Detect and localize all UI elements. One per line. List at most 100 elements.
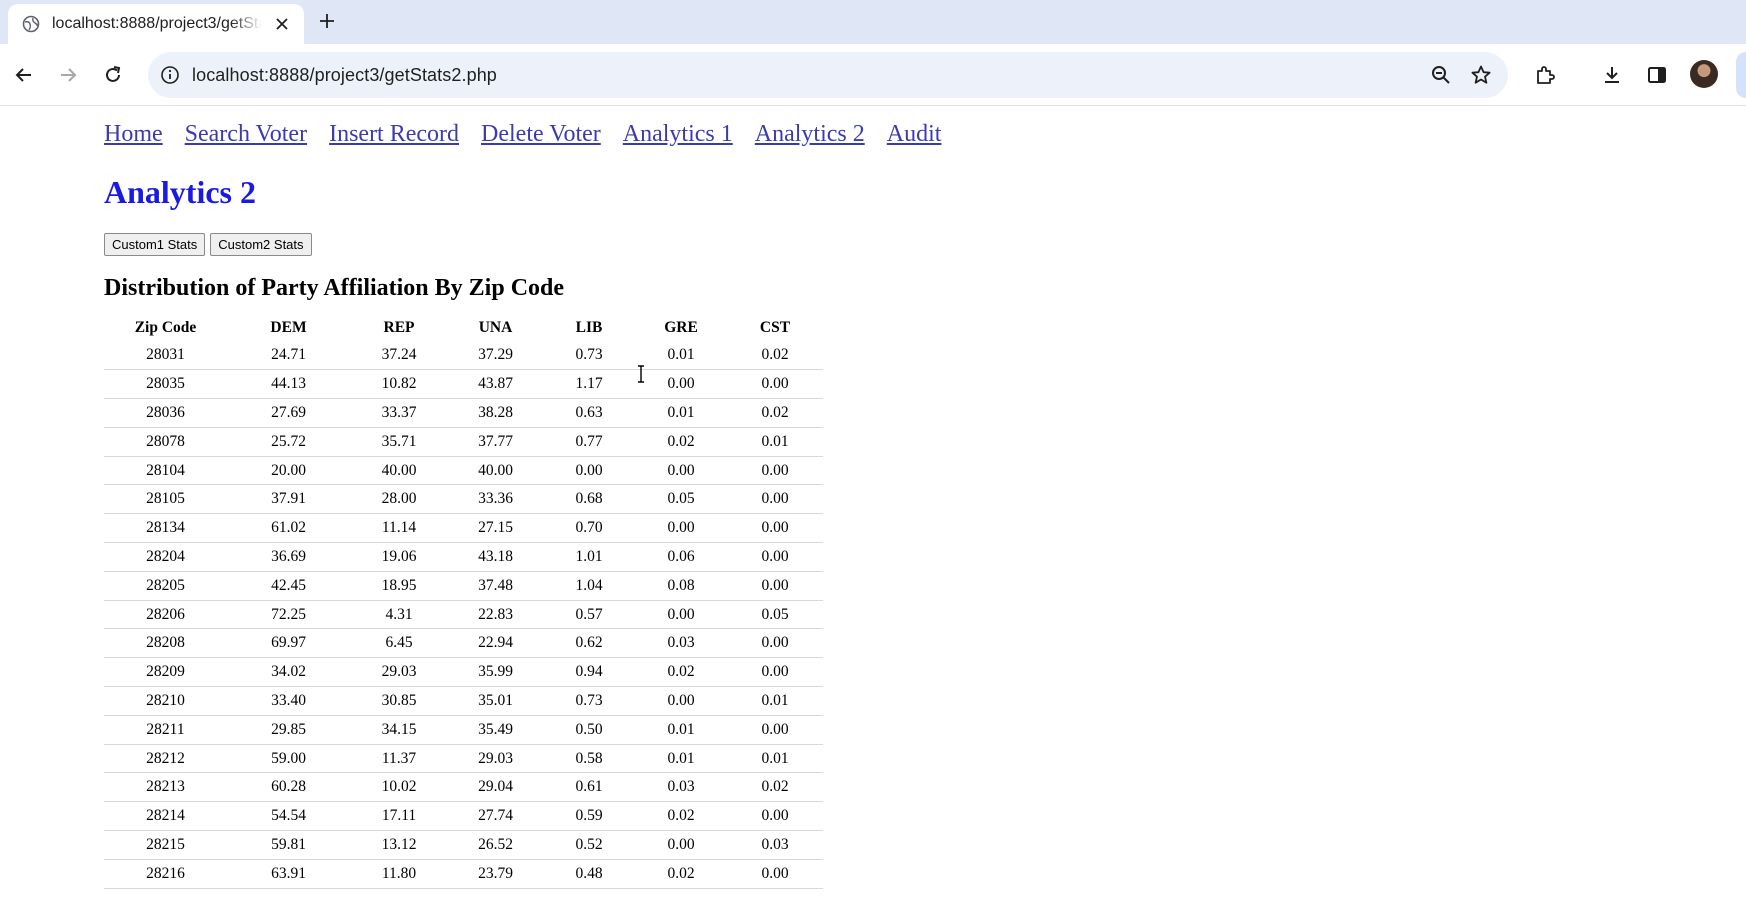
nav-link-home[interactable]: Home (104, 121, 163, 148)
back-arrow-icon[interactable] (13, 64, 35, 86)
cell-gre: 0.02 (635, 801, 727, 832)
cell-zip-code: 28214 (104, 801, 227, 832)
cell-dem: 72.25 (227, 600, 350, 630)
cell-lib: 0.59 (543, 801, 635, 832)
cell-lib: 0.68 (543, 484, 635, 515)
custom2-stats-button[interactable]: Custom2 Stats (210, 233, 312, 256)
nav-link-audit[interactable]: Audit (887, 121, 942, 148)
cell-lib: 0.73 (543, 341, 635, 371)
cell-lib: 0.50 (543, 715, 635, 745)
reload-icon[interactable] (102, 64, 124, 86)
column-header-zip-code: Zip Code (134, 319, 197, 336)
cell-zip-code: 28035 (104, 369, 227, 400)
cell-zip-code: 28213 (104, 772, 227, 803)
cell-rep: 6.45 (350, 628, 448, 659)
page-title: Analytics 2 (104, 174, 256, 210)
side-panel-icon[interactable] (1646, 64, 1668, 86)
cell-zip-code: 28208 (104, 628, 227, 659)
cell-dem: 69.97 (227, 628, 350, 659)
cell-gre: 0.00 (635, 456, 727, 486)
browser-toolbar: localhost:8888/project3/getStats2.php (0, 44, 1746, 106)
custom1-stats-button[interactable]: Custom1 Stats (104, 233, 206, 256)
cell-dem: 34.02 (227, 657, 350, 688)
cell-zip-code: 28212 (104, 744, 227, 774)
nav-link-insert-record[interactable]: Insert Record (329, 121, 459, 148)
cell-gre: 0.00 (635, 369, 727, 400)
cell-rep: 10.82 (350, 369, 448, 400)
table-row: 28036 27.69 33.37 38.28 0.63 0.01 0.02 (104, 398, 823, 428)
cell-una: 27.15 (448, 513, 543, 544)
column-header-una: UNA (478, 319, 513, 336)
text-cursor-icon (638, 365, 644, 383)
download-icon[interactable] (1601, 64, 1623, 86)
party-distribution-table: Zip Code DEM REP UNA LIB GRE CST 28031 24… (104, 315, 823, 889)
table-header-row: Zip Code DEM REP UNA LIB GRE CST (104, 315, 823, 341)
cell-una: 40.00 (448, 456, 543, 486)
nav-link-search-voter[interactable]: Search Voter (185, 121, 307, 148)
cell-rep: 37.24 (350, 341, 448, 371)
nav-link-analytics-1[interactable]: Analytics 1 (623, 121, 733, 148)
cell-lib: 0.77 (543, 427, 635, 457)
table-row: 28212 59.00 11.37 29.03 0.58 0.01 0.01 (104, 744, 823, 774)
bookmark-star-icon[interactable] (1470, 64, 1492, 86)
zoom-icon[interactable] (1430, 64, 1452, 86)
cell-zip-code: 28105 (104, 484, 227, 515)
cell-rep: 28.00 (350, 484, 448, 515)
nav-link-analytics-2[interactable]: Analytics 2 (755, 121, 865, 148)
table-row: 28105 37.91 28.00 33.36 0.68 0.05 0.00 (104, 484, 823, 515)
cell-gre: 0.01 (635, 744, 727, 774)
cell-lib: 1.04 (543, 571, 635, 601)
cell-una: 27.74 (448, 801, 543, 832)
close-icon[interactable] (274, 16, 290, 32)
cell-dem: 59.00 (227, 744, 350, 774)
cell-cst: 0.00 (727, 657, 823, 688)
cell-una: 37.77 (448, 427, 543, 457)
cell-una: 37.48 (448, 571, 543, 601)
cell-cst: 0.02 (727, 772, 823, 803)
cell-una: 33.36 (448, 484, 543, 515)
cell-dem: 37.91 (227, 484, 350, 515)
cell-cst: 0.05 (727, 600, 823, 630)
table-row: 28215 59.81 13.12 26.52 0.52 0.00 0.03 (104, 830, 823, 860)
cell-zip-code: 28036 (104, 398, 227, 428)
cell-lib: 1.01 (543, 542, 635, 572)
cell-lib: 0.94 (543, 657, 635, 688)
cell-rep: 10.02 (350, 772, 448, 803)
cell-cst: 0.01 (727, 686, 823, 716)
url-text[interactable]: localhost:8888/project3/getStats2.php (192, 65, 497, 86)
browser-tab[interactable]: localhost:8888/project3/getStats2.php (8, 4, 304, 44)
cell-dem: 25.72 (227, 427, 350, 457)
cell-una: 29.04 (448, 772, 543, 803)
profile-avatar[interactable] (1690, 60, 1718, 88)
cell-dem: 61.02 (227, 513, 350, 544)
page-content: Home Search Voter Insert Record Delete V… (0, 107, 1746, 906)
site-info-icon[interactable] (160, 65, 180, 85)
table-row: 28204 36.69 19.06 43.18 1.01 0.06 0.00 (104, 542, 823, 572)
cell-cst: 0.00 (727, 801, 823, 832)
extensions-icon[interactable] (1534, 64, 1556, 86)
cell-cst: 0.00 (727, 715, 823, 745)
cell-lib: 0.48 (543, 859, 635, 889)
cell-gre: 0.02 (635, 657, 727, 688)
cell-gre: 0.00 (635, 600, 727, 630)
cell-dem: 63.91 (227, 859, 350, 889)
table-row: 28078 25.72 35.71 37.77 0.77 0.02 0.01 (104, 427, 823, 457)
cell-cst: 0.00 (727, 513, 823, 544)
cell-una: 29.03 (448, 744, 543, 774)
nav-link-delete-voter[interactable]: Delete Voter (481, 121, 601, 148)
cell-lib: 1.17 (543, 369, 635, 400)
address-bar[interactable]: localhost:8888/project3/getStats2.php (148, 52, 1508, 98)
cell-zip-code: 28104 (104, 456, 227, 486)
forward-arrow-icon[interactable] (57, 64, 79, 86)
cell-gre: 0.02 (635, 859, 727, 889)
cell-cst: 0.00 (727, 628, 823, 659)
new-tab-icon[interactable] (318, 12, 336, 30)
cell-dem: 36.69 (227, 542, 350, 572)
column-header-rep: REP (383, 319, 415, 336)
cell-rep: 30.85 (350, 686, 448, 716)
table-row: 28214 54.54 17.11 27.74 0.59 0.02 0.00 (104, 801, 823, 832)
cell-una: 22.94 (448, 628, 543, 659)
column-header-gre: GRE (664, 319, 698, 336)
cell-una: 38.28 (448, 398, 543, 428)
side-edge-button[interactable] (1736, 52, 1746, 98)
